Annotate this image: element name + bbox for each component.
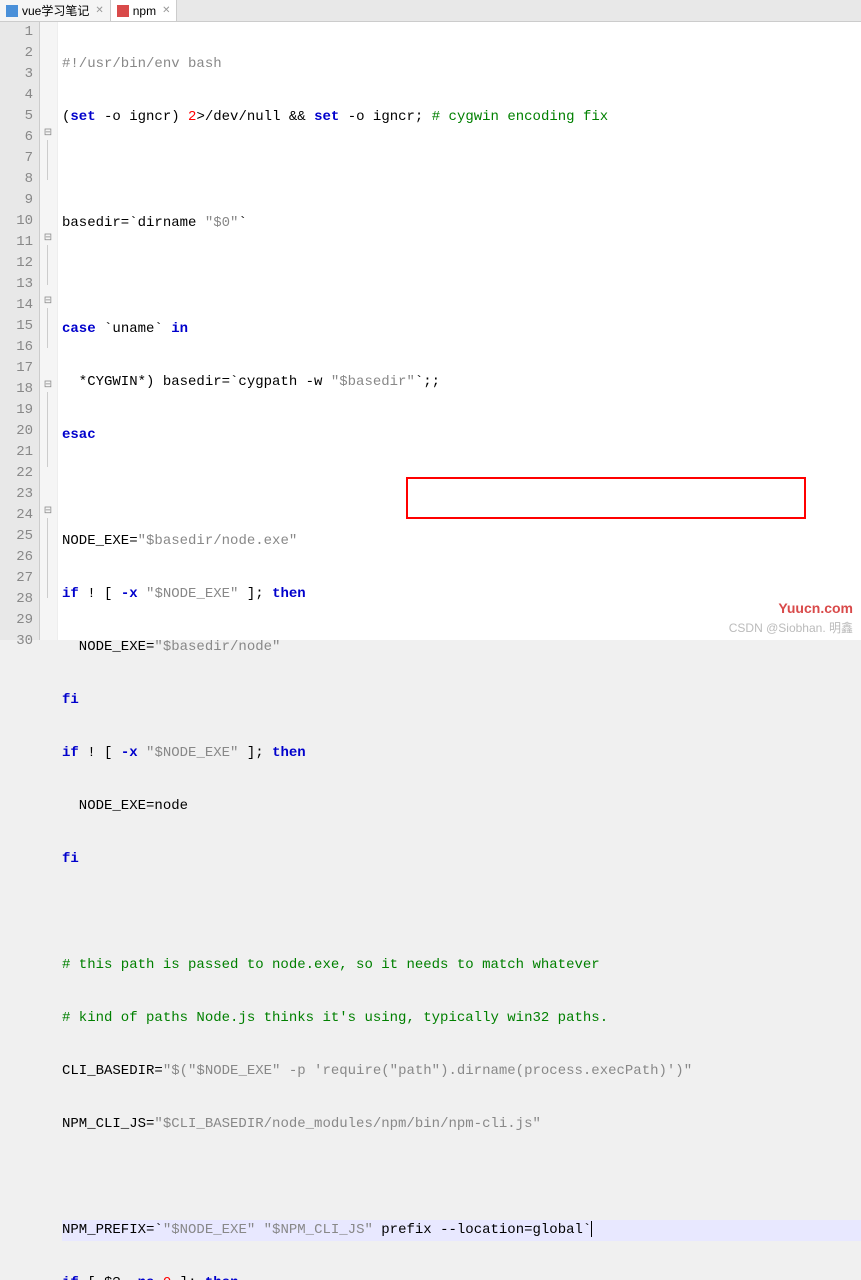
tab-bar: vue学习笔记 ✕ npm ✕ [0,0,861,22]
fold-toggle-icon[interactable]: ⊟ [42,505,54,517]
watermark: Yuucn.com [778,600,853,616]
close-icon[interactable]: ✕ [162,5,170,16]
code-area[interactable]: #!/usr/bin/env bash (set -o igncr) 2>/de… [58,22,861,640]
tab-label: vue学习笔记 [22,2,89,19]
line-number-gutter: 1 2 3 4 5 6 7 8 9 10 11 12 13 14 15 16 1… [0,22,40,640]
code-editor[interactable]: 1 2 3 4 5 6 7 8 9 10 11 12 13 14 15 16 1… [0,22,861,640]
file-icon [6,5,18,17]
fold-toggle-icon[interactable]: ⊟ [42,232,54,244]
tab-label: npm [133,4,156,18]
tab-npm[interactable]: npm ✕ [111,0,178,21]
fold-toggle-icon[interactable]: ⊟ [42,295,54,307]
fold-toggle-icon[interactable]: ⊟ [42,379,54,391]
fold-gutter[interactable]: ⊟ ⊟ ⊟ ⊟ ⊟ [40,22,58,640]
text-cursor [591,1221,592,1237]
fold-toggle-icon[interactable]: ⊟ [42,127,54,139]
file-icon [117,5,129,17]
tab-vue[interactable]: vue学习笔记 ✕ [0,0,111,21]
watermark-csdn: CSDN @Siobhan. 明鑫 [729,619,853,636]
close-icon[interactable]: ✕ [95,5,103,16]
